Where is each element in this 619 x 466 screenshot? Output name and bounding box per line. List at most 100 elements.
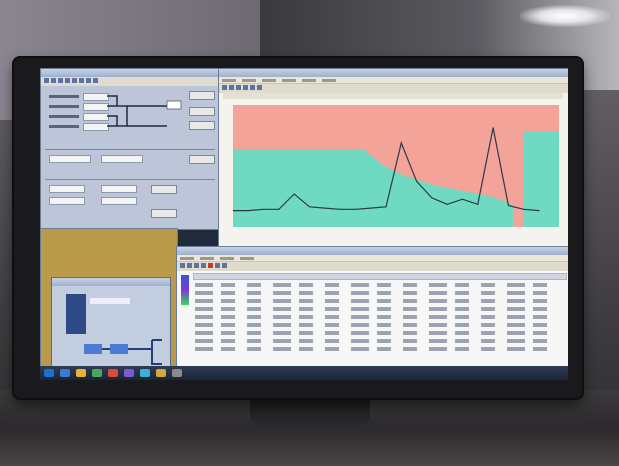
table-cell[interactable]	[403, 283, 417, 287]
table-cell[interactable]	[247, 307, 261, 311]
table-cell[interactable]	[273, 315, 291, 319]
table-cell[interactable]	[377, 299, 391, 303]
table-cell[interactable]	[377, 291, 391, 295]
table-cell[interactable]	[221, 339, 235, 343]
table-cell[interactable]	[273, 331, 291, 335]
table-cell[interactable]	[533, 339, 547, 343]
table-cell[interactable]	[351, 307, 369, 311]
taskbar-app-icon[interactable]	[76, 369, 86, 377]
table-cell[interactable]	[507, 307, 525, 311]
table-cell[interactable]	[429, 283, 447, 287]
toolbar-icon[interactable]	[180, 263, 185, 268]
table-cell[interactable]	[481, 315, 495, 319]
table-cell[interactable]	[351, 291, 369, 295]
table-cell[interactable]	[273, 347, 291, 351]
menu-item[interactable]	[240, 257, 254, 260]
table-cell[interactable]	[481, 347, 495, 351]
toolbar-icon[interactable]	[243, 85, 248, 90]
menu-item[interactable]	[220, 257, 234, 260]
table-cell[interactable]	[299, 283, 313, 287]
toolbar-icon[interactable]	[250, 85, 255, 90]
table-cell[interactable]	[351, 315, 369, 319]
table-cell[interactable]	[221, 283, 235, 287]
table-cell[interactable]	[403, 339, 417, 343]
toolbar-icon[interactable]	[215, 263, 220, 268]
table-cell[interactable]	[403, 307, 417, 311]
toolbar-icon[interactable]	[201, 263, 206, 268]
table-cell[interactable]	[195, 347, 213, 351]
taskbar-app-icon[interactable]	[92, 369, 102, 377]
field-input[interactable]	[83, 93, 109, 101]
menu-item[interactable]	[242, 79, 256, 82]
toolbar-icon[interactable]	[222, 85, 227, 90]
toolbar-icon[interactable]	[194, 263, 199, 268]
table-cell[interactable]	[247, 315, 261, 319]
table-cell[interactable]	[455, 315, 469, 319]
toolbar-icon[interactable]	[86, 78, 91, 83]
table-cell[interactable]	[351, 299, 369, 303]
table-cell[interactable]	[351, 339, 369, 343]
table-cell[interactable]	[247, 283, 261, 287]
field-input[interactable]	[83, 123, 109, 131]
table-cell[interactable]	[533, 291, 547, 295]
table-cell[interactable]	[221, 299, 235, 303]
table-cell[interactable]	[221, 323, 235, 327]
mini-field[interactable]	[90, 298, 130, 304]
panel-button[interactable]	[151, 185, 177, 194]
table-cell[interactable]	[247, 299, 261, 303]
mini-window-titlebar[interactable]	[52, 278, 170, 286]
table-cell[interactable]	[273, 299, 291, 303]
table-titlebar[interactable]	[177, 247, 568, 255]
table-cell[interactable]	[299, 323, 313, 327]
table-cell[interactable]	[195, 323, 213, 327]
table-cell[interactable]	[195, 339, 213, 343]
table-cell[interactable]	[481, 291, 495, 295]
toolbar-icon[interactable]	[236, 85, 241, 90]
table-cell[interactable]	[429, 307, 447, 311]
chart-plot-area[interactable]	[232, 105, 559, 227]
menu-item[interactable]	[282, 79, 296, 82]
field-input[interactable]	[101, 185, 137, 193]
taskbar-app-icon[interactable]	[108, 369, 118, 377]
table-cell[interactable]	[221, 331, 235, 335]
table-cell[interactable]	[247, 291, 261, 295]
toolbar-icon[interactable]	[187, 263, 192, 268]
table-cell[interactable]	[507, 323, 525, 327]
table-cell[interactable]	[533, 331, 547, 335]
menu-item[interactable]	[180, 257, 194, 260]
table-cell[interactable]	[429, 339, 447, 343]
table-cell[interactable]	[377, 331, 391, 335]
toolbar-icon[interactable]	[208, 263, 213, 268]
table-cell[interactable]	[299, 331, 313, 335]
taskbar-app-icon[interactable]	[124, 369, 134, 377]
table-cell[interactable]	[351, 347, 369, 351]
table-cell[interactable]	[377, 307, 391, 311]
table-cell[interactable]	[377, 283, 391, 287]
table-cell[interactable]	[455, 307, 469, 311]
table-cell[interactable]	[533, 347, 547, 351]
table-cell[interactable]	[325, 339, 339, 343]
table-cell[interactable]	[325, 307, 339, 311]
toolbar-icon[interactable]	[93, 78, 98, 83]
table-cell[interactable]	[221, 307, 235, 311]
toolbar-icon[interactable]	[79, 78, 84, 83]
table-cell[interactable]	[429, 323, 447, 327]
table-cell[interactable]	[221, 315, 235, 319]
table-cell[interactable]	[403, 323, 417, 327]
table-cell[interactable]	[221, 291, 235, 295]
table-cell[interactable]	[481, 283, 495, 287]
table-cell[interactable]	[299, 307, 313, 311]
table-cell[interactable]	[273, 339, 291, 343]
toolbar-icon[interactable]	[222, 263, 227, 268]
control-panel-titlebar[interactable]	[41, 69, 219, 77]
field-input[interactable]	[83, 113, 109, 121]
table-cell[interactable]	[533, 307, 547, 311]
panel-button[interactable]	[189, 91, 215, 100]
table-cell[interactable]	[195, 283, 213, 287]
menu-item[interactable]	[262, 79, 276, 82]
table-cell[interactable]	[507, 339, 525, 343]
field-input[interactable]	[49, 155, 91, 163]
table-cell[interactable]	[273, 291, 291, 295]
field-input[interactable]	[49, 197, 85, 205]
table-cell[interactable]	[299, 291, 313, 295]
